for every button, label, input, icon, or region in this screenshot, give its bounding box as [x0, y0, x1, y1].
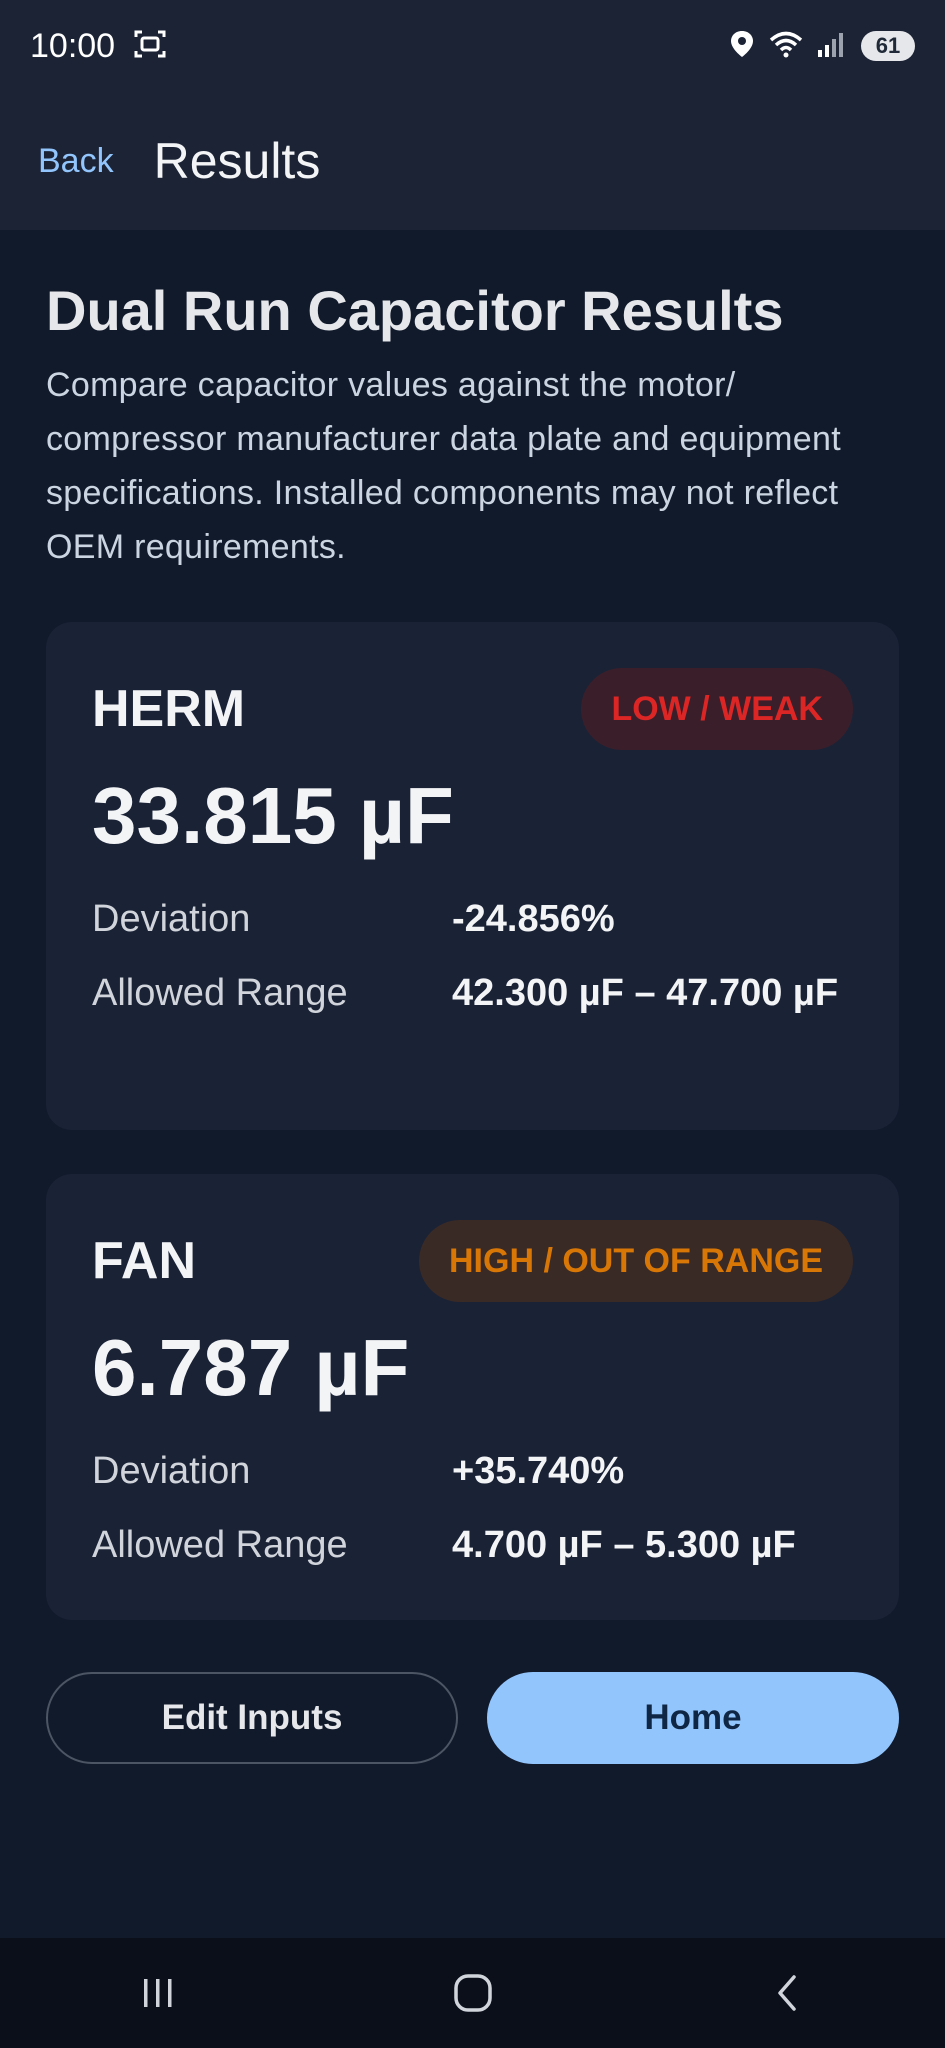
app-bar: Back Results — [0, 92, 945, 230]
results-content: Dual Run Capacitor Results Compare capac… — [46, 230, 899, 1764]
screen: 10:00 61 Back Results Dual Run Capacitor… — [0, 0, 945, 2048]
capacitance-value: 6.787 µF — [92, 1323, 410, 1412]
battery-icon: 61 — [861, 31, 915, 61]
allowed-range-row: Allowed Range 4.700 µF – 5.300 µF — [92, 1514, 853, 1576]
page-title: Dual Run Capacitor Results — [46, 279, 784, 342]
status-left: 10:00 — [30, 27, 167, 66]
fan-result-card: FAN HIGH / OUT OF RANGE 6.787 µF Deviati… — [46, 1174, 899, 1620]
deviation-label: Deviation — [92, 1450, 251, 1492]
app-bar-title: Results — [153, 133, 321, 189]
home-icon[interactable] — [413, 1948, 533, 2038]
deviation-row: Deviation +35.740% — [92, 1440, 853, 1502]
allowed-range-label: Allowed Range — [92, 972, 348, 1014]
signal-icon — [817, 30, 847, 63]
location-icon — [729, 29, 755, 64]
status-time: 10:00 — [30, 26, 116, 65]
herm-result-card: HERM LOW / WEAK 33.815 µF Deviation -24.… — [46, 622, 899, 1130]
allowed-range-value: 42.300 µF – 47.700 µF — [452, 972, 839, 1014]
allowed-range-label: Allowed Range — [92, 1524, 348, 1566]
card-label: HERM — [92, 680, 246, 738]
page-description: Compare capacitor values against the mot… — [46, 365, 841, 566]
wifi-icon — [769, 30, 803, 63]
system-nav-bar — [0, 1938, 945, 2048]
card-header: FAN HIGH / OUT OF RANGE — [92, 1220, 853, 1302]
home-button[interactable]: Home — [487, 1672, 899, 1764]
deviation-row: Deviation -24.856% — [92, 888, 853, 950]
back-icon[interactable] — [728, 1948, 848, 2038]
card-header: HERM LOW / WEAK — [92, 668, 853, 750]
deviation-value: -24.856% — [452, 898, 615, 940]
screenshot-icon — [133, 27, 167, 66]
status-bar: 10:00 61 — [0, 0, 945, 92]
deviation-value: +35.740% — [452, 1450, 625, 1492]
back-button[interactable]: Back — [38, 142, 114, 181]
card-label: FAN — [92, 1232, 196, 1290]
allowed-range-row: Allowed Range 42.300 µF – 47.700 µF — [92, 962, 853, 1024]
status-badge: HIGH / OUT OF RANGE — [419, 1220, 853, 1302]
recent-apps-icon[interactable] — [98, 1948, 218, 2038]
edit-inputs-button[interactable]: Edit Inputs — [46, 1672, 458, 1764]
status-right: 61 — [729, 29, 915, 64]
status-badge: LOW / WEAK — [581, 668, 853, 750]
allowed-range-value: 4.700 µF – 5.300 µF — [452, 1524, 796, 1566]
deviation-label: Deviation — [92, 898, 251, 940]
capacitance-value: 33.815 µF — [92, 771, 454, 860]
